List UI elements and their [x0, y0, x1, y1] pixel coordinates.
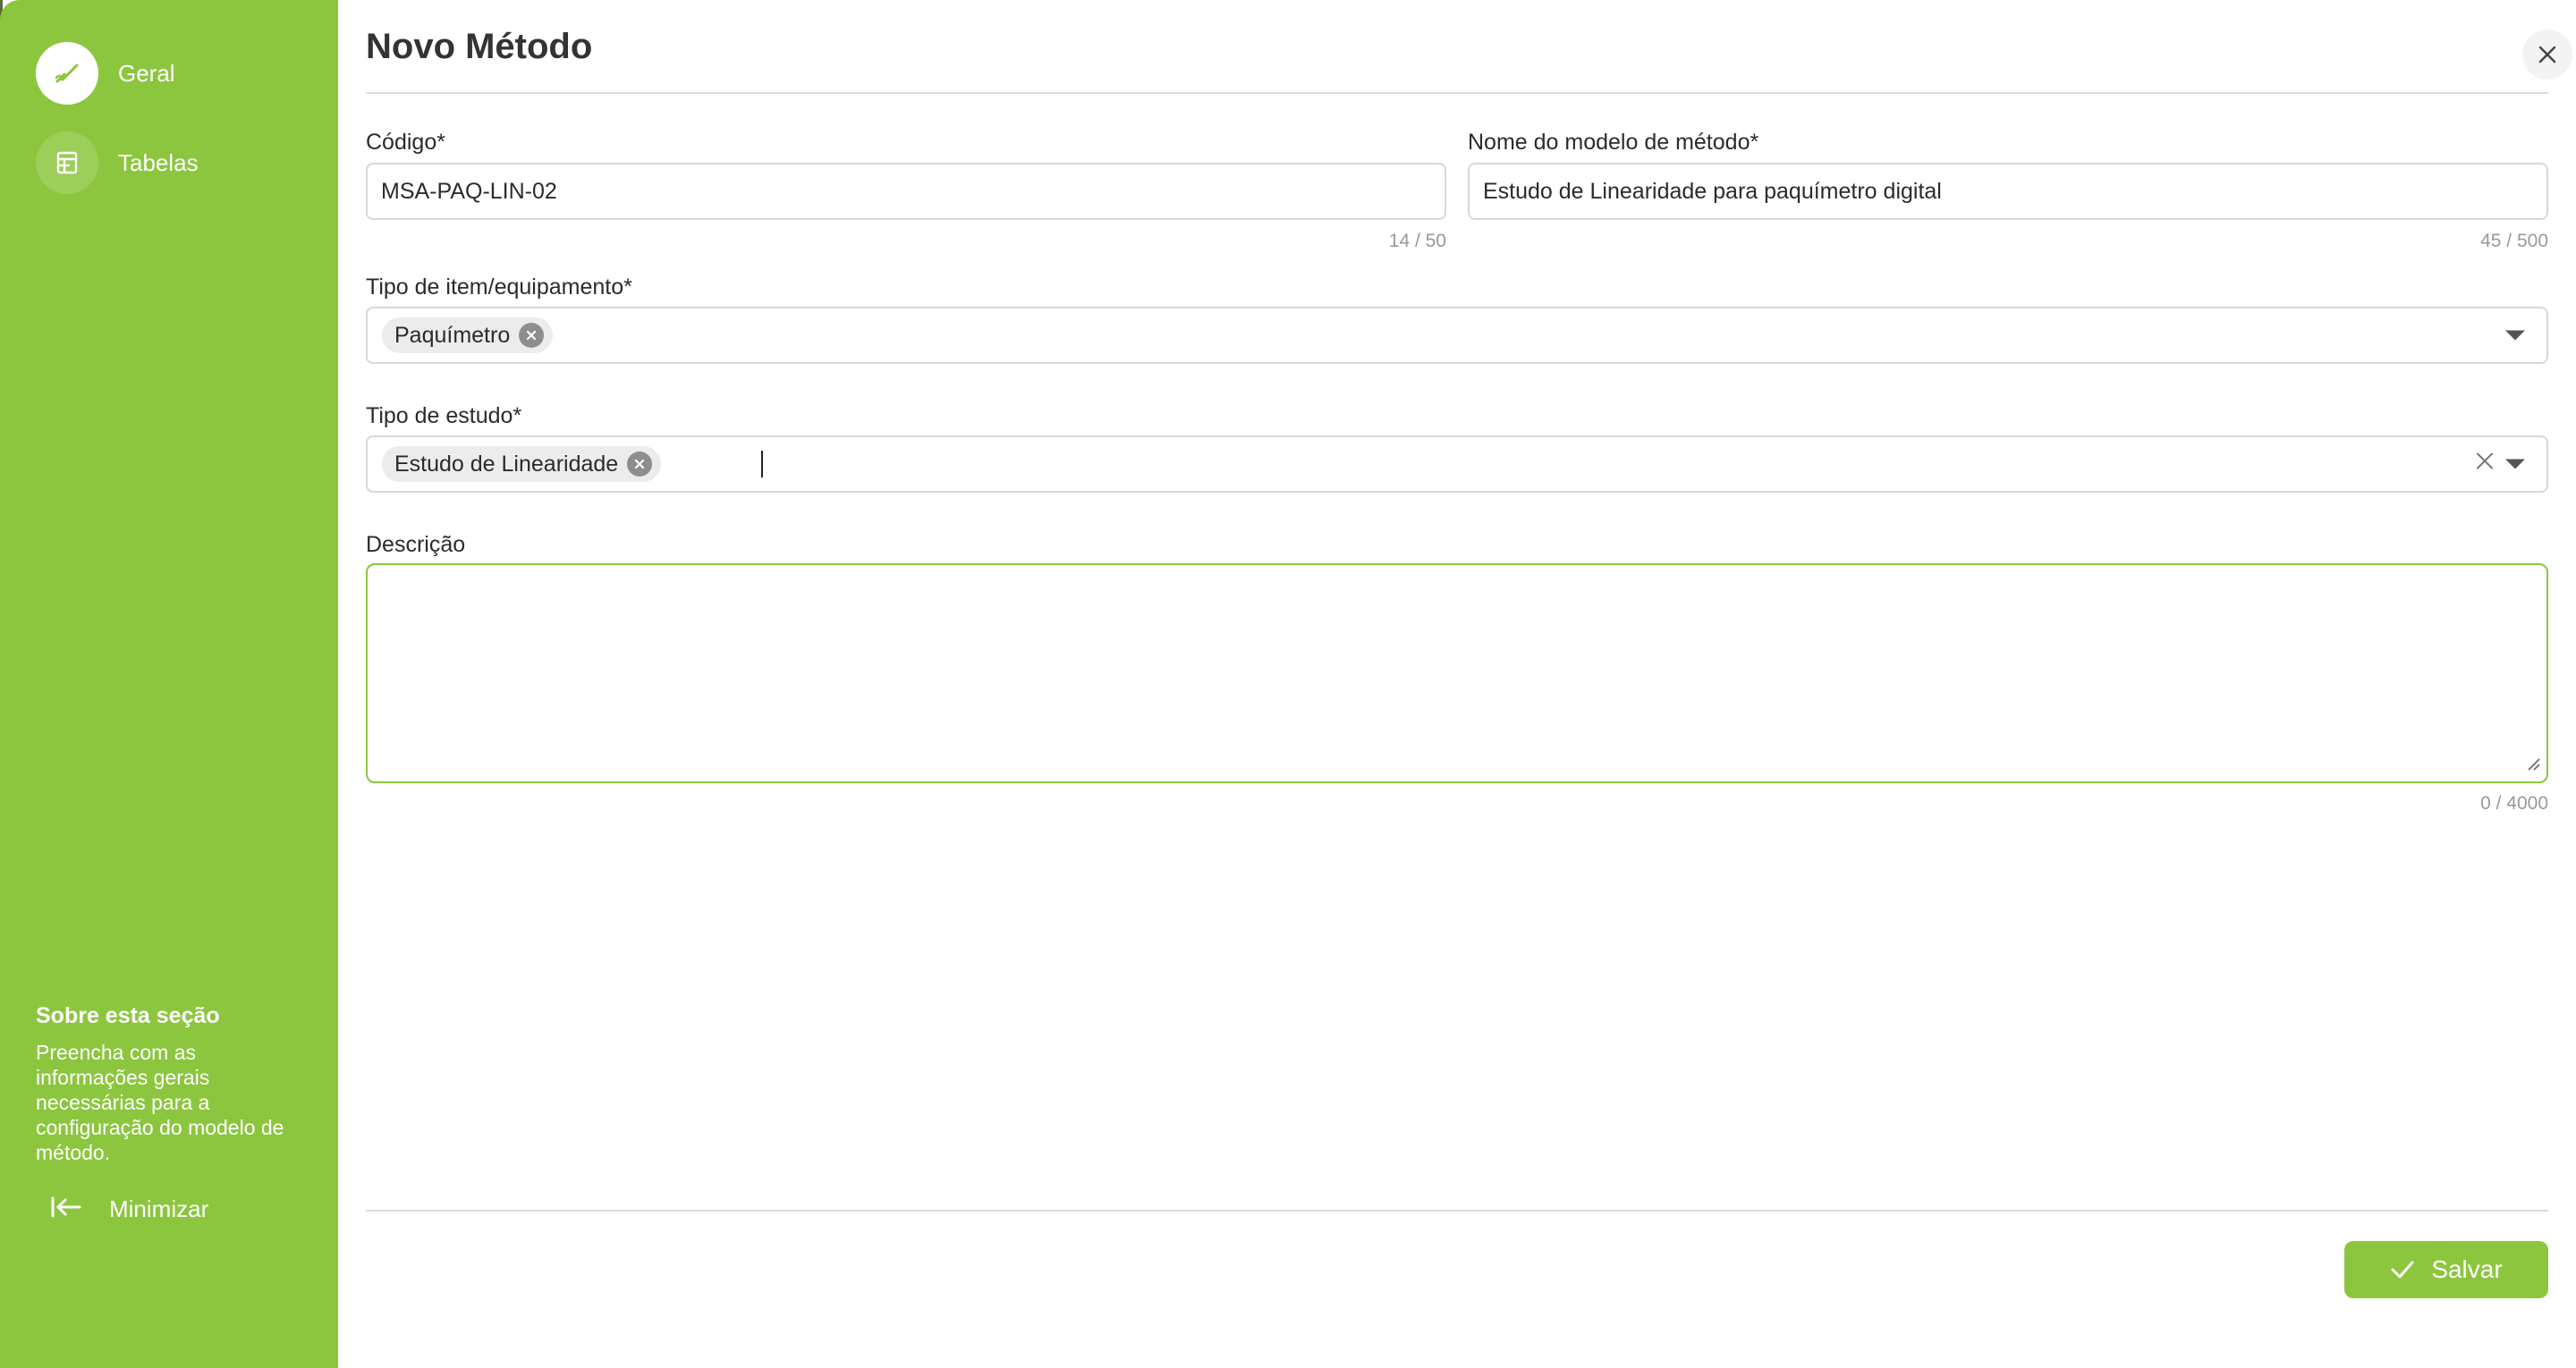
- sidebar-item-label: Tabelas: [118, 148, 199, 176]
- codigo-value: MSA-PAQ-LIN-02: [381, 178, 557, 204]
- chip-paquimetro: Paquímetro: [382, 317, 554, 353]
- chip-label: Estudo de Linearidade: [394, 451, 619, 477]
- chip-label: Paquímetro: [394, 322, 511, 348]
- tipo-estudo-select[interactable]: Estudo de Linearidade: [366, 435, 2548, 493]
- chip-remove-icon[interactable]: [519, 323, 545, 348]
- about-section: Sobre esta seção Preencha com as informa…: [36, 1003, 304, 1165]
- collapse-left-icon: [50, 1195, 82, 1224]
- pen-link-icon: [36, 42, 98, 105]
- minimize-button[interactable]: Minimizar: [50, 1189, 208, 1229]
- descricao-label: Descrição: [366, 532, 466, 557]
- codigo-label: Código*: [366, 130, 445, 155]
- footer-divider: [366, 1210, 2548, 1212]
- tipo-estudo-label: Tipo de estudo*: [366, 403, 522, 428]
- sidebar-item-geral[interactable]: Geral: [36, 42, 175, 105]
- about-text: Preencha com as informações gerais neces…: [36, 1041, 284, 1164]
- dialog-main: Novo Método Código* MSA-PAQ-LIN-02 14 / …: [338, 0, 2576, 1368]
- nome-input[interactable]: Estudo de Linearidade para paquímetro di…: [1468, 163, 2548, 220]
- sidebar-item-tabelas[interactable]: Tabelas: [36, 131, 199, 194]
- table-icon: [36, 131, 98, 194]
- chip-estudo-linearidade: Estudo de Linearidade: [382, 446, 662, 482]
- codigo-input[interactable]: MSA-PAQ-LIN-02: [366, 163, 1446, 220]
- page-title: Novo Método: [366, 27, 593, 66]
- close-button[interactable]: [2522, 30, 2572, 80]
- header-divider: [366, 92, 2548, 94]
- clear-icon[interactable]: [2475, 452, 2495, 477]
- save-button[interactable]: Salvar: [2344, 1241, 2548, 1298]
- tipo-item-select[interactable]: Paquímetro: [366, 307, 2548, 364]
- save-label: Salvar: [2431, 1255, 2503, 1283]
- resize-handle-icon[interactable]: [2525, 756, 2541, 776]
- sidebar: Geral Tabelas Sobre esta seção Preencha …: [0, 0, 338, 1368]
- descricao-textarea[interactable]: [366, 563, 2548, 783]
- close-icon: [2538, 46, 2556, 63]
- nome-counter: 45 / 500: [2480, 231, 2548, 251]
- minimize-label: Minimizar: [109, 1195, 209, 1222]
- tipo-item-label: Tipo de item/equipamento*: [366, 274, 632, 300]
- text-cursor: [761, 451, 763, 477]
- check-icon: [2391, 1261, 2414, 1279]
- chip-remove-icon[interactable]: [627, 452, 653, 477]
- nome-label: Nome do modelo de método*: [1468, 130, 1759, 155]
- sidebar-item-label: Geral: [118, 59, 175, 87]
- app-window: Geral Tabelas Sobre esta seção Preencha …: [0, 0, 2576, 1368]
- nome-value: Estudo de Linearidade para paquímetro di…: [1483, 178, 1942, 204]
- codigo-counter: 14 / 50: [1388, 231, 1446, 251]
- about-title: Sobre esta seção: [36, 1003, 220, 1028]
- chevron-down-icon[interactable]: [2505, 459, 2525, 469]
- chevron-down-icon[interactable]: [2505, 330, 2525, 341]
- descricao-counter: 0 / 4000: [2480, 793, 2548, 814]
